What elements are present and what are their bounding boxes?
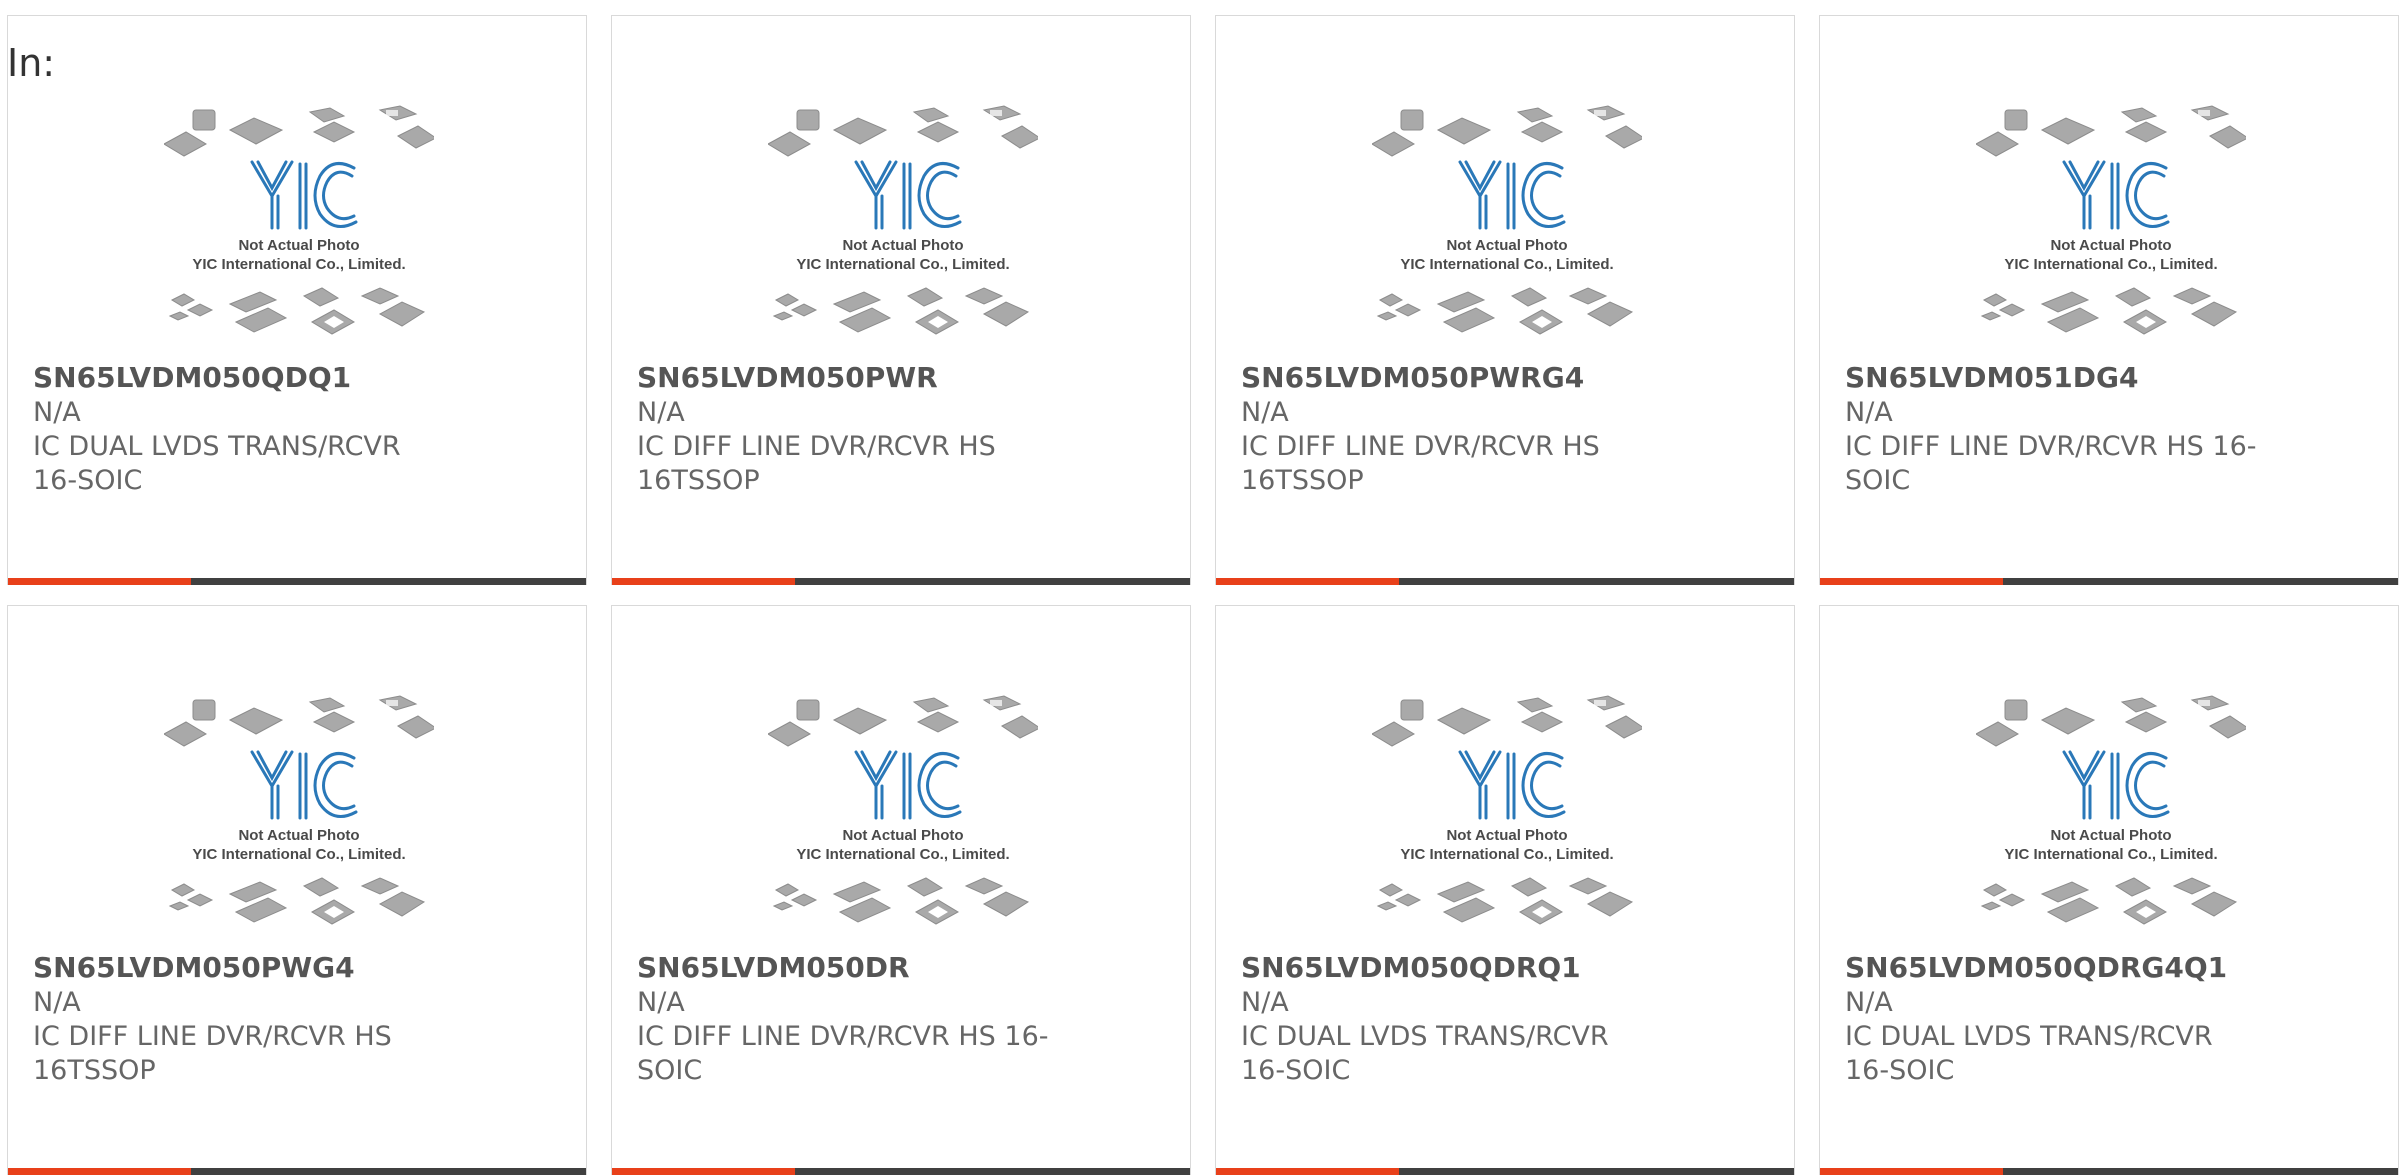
product-description: IC DIFF LINE DVR/RCVR HS 16-SOIC bbox=[1845, 431, 2257, 496]
caption-line-1: Not Actual Photo bbox=[842, 237, 963, 254]
caption-line-2: YIC International Co., Limited. bbox=[1400, 846, 1613, 863]
card-accent-bar bbox=[8, 578, 586, 585]
product-description: IC DIFF LINE DVR/RCVR HS 16TSSOP bbox=[637, 431, 996, 496]
product-card[interactable]: Not Actual Photo YIC International Co., … bbox=[1819, 15, 2399, 585]
product-thumbnail[interactable]: Not Actual Photo YIC International Co., … bbox=[1372, 104, 1642, 362]
chip-packages-placeholder-icon: Not Actual Photo YIC International Co., … bbox=[1976, 695, 2246, 925]
product-card[interactable]: Not Actual Photo YIC International Co., … bbox=[1215, 605, 1795, 1175]
product-info: SN65LVDM050PWG4 N/A IC DIFF LINE DVR/RCV… bbox=[33, 950, 453, 1088]
caption-line-1: Not Actual Photo bbox=[1446, 827, 1567, 844]
manufacturer-label: N/A bbox=[33, 987, 81, 1018]
yic-logo bbox=[854, 160, 962, 230]
yic-logo bbox=[1458, 160, 1566, 230]
manufacturer-label: N/A bbox=[33, 397, 81, 428]
part-number-link[interactable]: SN65LVDM050QDQ1 bbox=[33, 360, 453, 396]
product-thumbnail[interactable]: Not Actual Photo YIC International Co., … bbox=[1976, 104, 2246, 362]
product-thumbnail[interactable]: Not Actual Photo YIC International Co., … bbox=[768, 694, 1038, 952]
manufacturer-label: N/A bbox=[637, 987, 685, 1018]
caption-line-1: Not Actual Photo bbox=[1446, 237, 1567, 254]
product-description: IC DUAL LVDS TRANS/RCVR 16-SOIC bbox=[33, 431, 401, 496]
chip-packages-placeholder-icon: Not Actual Photo YIC International Co., … bbox=[1372, 105, 1642, 335]
yic-logo bbox=[2062, 160, 2170, 230]
product-thumbnail[interactable]: Not Actual Photo YIC International Co., … bbox=[164, 104, 434, 362]
card-accent-bar bbox=[612, 578, 1190, 585]
card-accent-highlight bbox=[1216, 578, 1399, 585]
product-description: IC DIFF LINE DVR/RCVR HS 16TSSOP bbox=[33, 1021, 392, 1086]
product-info: SN65LVDM050QDRQ1 N/A IC DUAL LVDS TRANS/… bbox=[1241, 950, 1661, 1088]
yic-logo bbox=[854, 750, 962, 820]
part-number-link[interactable]: SN65LVDM050QDRQ1 bbox=[1241, 950, 1661, 986]
part-number-link[interactable]: SN65LVDM050PWRG4 bbox=[1241, 360, 1661, 396]
manufacturer-label: N/A bbox=[1845, 397, 1893, 428]
product-thumbnail[interactable]: Not Actual Photo YIC International Co., … bbox=[768, 104, 1038, 362]
part-number-link[interactable]: SN65LVDM050PWR bbox=[637, 360, 1057, 396]
chip-packages-placeholder-icon: Not Actual Photo YIC International Co., … bbox=[1976, 105, 2246, 335]
card-accent-bar bbox=[1820, 1168, 2398, 1175]
yic-logo bbox=[1458, 750, 1566, 820]
product-card[interactable]: Not Actual Photo YIC International Co., … bbox=[611, 605, 1191, 1175]
product-grid: Not Actual Photo YIC International Co., … bbox=[7, 15, 2399, 1175]
manufacturer-label: N/A bbox=[637, 397, 685, 428]
product-thumbnail[interactable]: Not Actual Photo YIC International Co., … bbox=[1976, 694, 2246, 952]
in-label: In: bbox=[7, 41, 56, 85]
caption-line-2: YIC International Co., Limited. bbox=[1400, 256, 1613, 273]
chip-packages-placeholder-icon: Not Actual Photo YIC International Co., … bbox=[768, 695, 1038, 925]
card-accent-bar bbox=[1820, 578, 2398, 585]
product-info: SN65LVDM050PWR N/A IC DIFF LINE DVR/RCVR… bbox=[637, 360, 1057, 498]
product-card[interactable]: Not Actual Photo YIC International Co., … bbox=[611, 15, 1191, 585]
card-accent-highlight bbox=[8, 1168, 191, 1175]
card-accent-highlight bbox=[8, 578, 191, 585]
yic-logo bbox=[250, 160, 358, 230]
card-accent-highlight bbox=[612, 578, 795, 585]
caption-line-2: YIC International Co., Limited. bbox=[192, 256, 405, 273]
product-info: SN65LVDM050DR N/A IC DIFF LINE DVR/RCVR … bbox=[637, 950, 1057, 1088]
card-accent-bar bbox=[612, 1168, 1190, 1175]
caption-line-1: Not Actual Photo bbox=[238, 237, 359, 254]
card-accent-bar bbox=[1216, 1168, 1794, 1175]
yic-logo bbox=[2062, 750, 2170, 820]
caption-line-2: YIC International Co., Limited. bbox=[192, 846, 405, 863]
card-accent-bar bbox=[8, 1168, 586, 1175]
product-thumbnail[interactable]: Not Actual Photo YIC International Co., … bbox=[1372, 694, 1642, 952]
caption-line-2: YIC International Co., Limited. bbox=[796, 846, 1009, 863]
card-accent-highlight bbox=[1820, 578, 2003, 585]
card-accent-highlight bbox=[612, 1168, 795, 1175]
part-number-link[interactable]: SN65LVDM050PWG4 bbox=[33, 950, 453, 986]
caption-line-1: Not Actual Photo bbox=[238, 827, 359, 844]
caption-line-1: Not Actual Photo bbox=[2050, 827, 2171, 844]
part-number-link[interactable]: SN65LVDM050QDRG4Q1 bbox=[1845, 950, 2265, 986]
product-info: SN65LVDM051DG4 N/A IC DIFF LINE DVR/RCVR… bbox=[1845, 360, 2265, 498]
part-number-link[interactable]: SN65LVDM051DG4 bbox=[1845, 360, 2265, 396]
product-info: SN65LVDM050PWRG4 N/A IC DIFF LINE DVR/RC… bbox=[1241, 360, 1661, 498]
product-card[interactable]: Not Actual Photo YIC International Co., … bbox=[7, 605, 587, 1175]
product-description: IC DUAL LVDS TRANS/RCVR 16-SOIC bbox=[1845, 1021, 2213, 1086]
product-description: IC DUAL LVDS TRANS/RCVR 16-SOIC bbox=[1241, 1021, 1609, 1086]
caption-line-2: YIC International Co., Limited. bbox=[796, 256, 1009, 273]
product-card[interactable]: Not Actual Photo YIC International Co., … bbox=[1819, 605, 2399, 1175]
chip-packages-placeholder-icon: Not Actual Photo YIC International Co., … bbox=[768, 105, 1038, 335]
yic-logo bbox=[250, 750, 358, 820]
card-accent-bar bbox=[1216, 578, 1794, 585]
card-accent-highlight bbox=[1820, 1168, 2003, 1175]
caption-line-2: YIC International Co., Limited. bbox=[2004, 256, 2217, 273]
product-description: IC DIFF LINE DVR/RCVR HS 16-SOIC bbox=[637, 1021, 1049, 1086]
caption-line-1: Not Actual Photo bbox=[2050, 237, 2171, 254]
card-accent-highlight bbox=[1216, 1168, 1399, 1175]
chip-packages-placeholder-icon: Not Actual Photo YIC International Co., … bbox=[164, 105, 434, 335]
manufacturer-label: N/A bbox=[1241, 987, 1289, 1018]
product-card[interactable]: Not Actual Photo YIC International Co., … bbox=[1215, 15, 1795, 585]
caption-line-2: YIC International Co., Limited. bbox=[2004, 846, 2217, 863]
manufacturer-label: N/A bbox=[1241, 397, 1289, 428]
product-description: IC DIFF LINE DVR/RCVR HS 16TSSOP bbox=[1241, 431, 1600, 496]
product-thumbnail[interactable]: Not Actual Photo YIC International Co., … bbox=[164, 694, 434, 952]
product-card[interactable]: Not Actual Photo YIC International Co., … bbox=[7, 15, 587, 585]
manufacturer-label: N/A bbox=[1845, 987, 1893, 1018]
product-info: SN65LVDM050QDQ1 N/A IC DUAL LVDS TRANS/R… bbox=[33, 360, 453, 498]
chip-packages-placeholder-icon: Not Actual Photo YIC International Co., … bbox=[164, 695, 434, 925]
part-number-link[interactable]: SN65LVDM050DR bbox=[637, 950, 1057, 986]
product-info: SN65LVDM050QDRG4Q1 N/A IC DUAL LVDS TRAN… bbox=[1845, 950, 2265, 1088]
caption-line-1: Not Actual Photo bbox=[842, 827, 963, 844]
chip-packages-placeholder-icon: Not Actual Photo YIC International Co., … bbox=[1372, 695, 1642, 925]
